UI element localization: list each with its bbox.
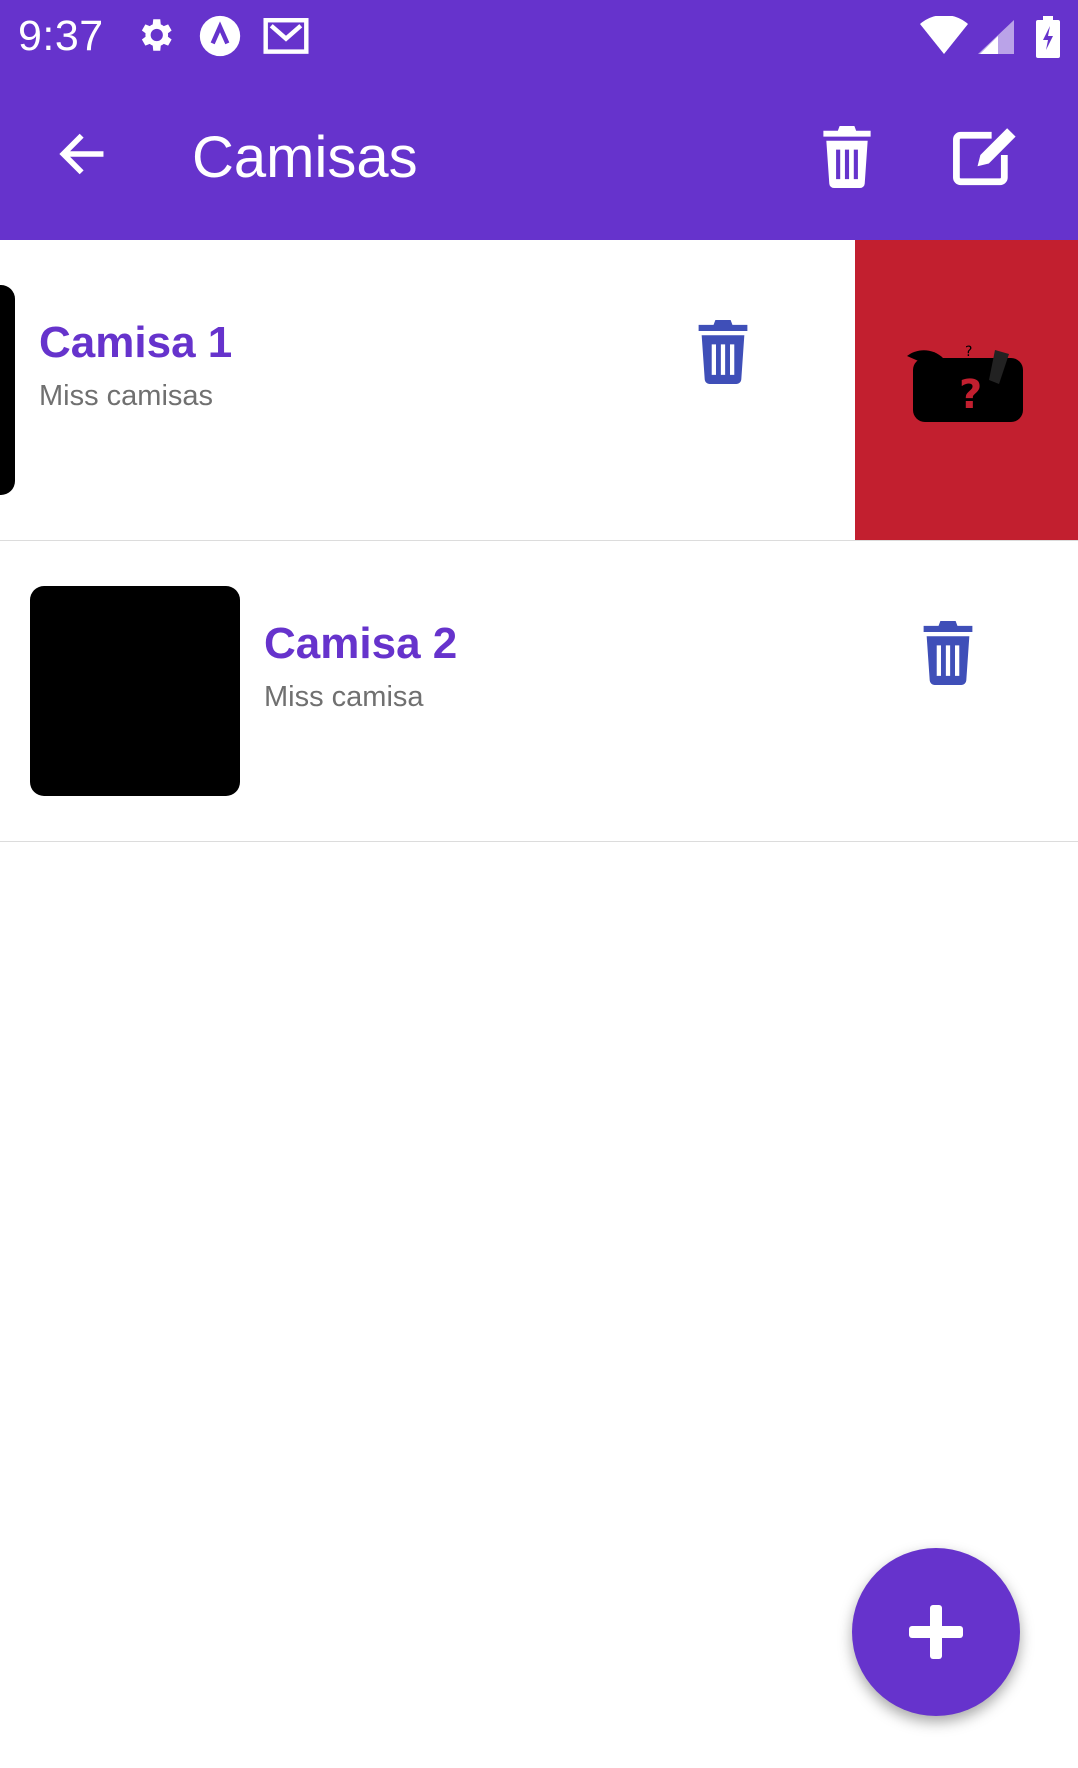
svg-text:?: ?	[959, 372, 982, 418]
list-item[interactable]: Camisa 2 Miss camisa	[0, 541, 1078, 842]
wifi-icon	[920, 15, 968, 61]
list-item-content[interactable]: Camisa 1 Miss camisas	[0, 240, 853, 540]
page-title: Camisas	[192, 125, 418, 190]
trash-icon[interactable]	[820, 126, 874, 189]
status-bar: 9:37	[0, 0, 1078, 80]
item-thumbnail	[30, 586, 240, 796]
trash-icon[interactable]	[920, 621, 976, 685]
trash-icon[interactable]	[695, 320, 751, 384]
item-subtitle: Miss camisa	[264, 681, 424, 713]
app-bar: Camisas	[0, 80, 1078, 240]
app-a-icon	[198, 14, 242, 63]
cell-signal-icon	[978, 20, 1014, 59]
item-list: Camisa 1 Miss camisas ? ? Camisa 2 Miss …	[0, 240, 1078, 842]
back-arrow-icon[interactable]	[54, 126, 110, 182]
gear-icon	[134, 14, 176, 61]
image-error-placeholder-icon: ? ?	[907, 342, 1027, 431]
svg-text:?: ?	[965, 344, 972, 360]
item-thumbnail	[0, 285, 15, 495]
battery-charging-icon	[1036, 16, 1060, 63]
gmail-icon	[262, 14, 310, 61]
item-title: Camisa 1	[39, 318, 233, 367]
item-subtitle: Miss camisas	[39, 380, 214, 412]
add-item-button[interactable]	[852, 1548, 1020, 1716]
status-time: 9:37	[18, 12, 104, 60]
swipe-action-background[interactable]: ? ?	[855, 240, 1078, 540]
edit-icon[interactable]	[952, 124, 1020, 186]
item-title: Camisa 2	[264, 619, 458, 668]
plus-icon	[909, 1605, 963, 1659]
list-item[interactable]: Camisa 1 Miss camisas ? ?	[0, 240, 1078, 541]
